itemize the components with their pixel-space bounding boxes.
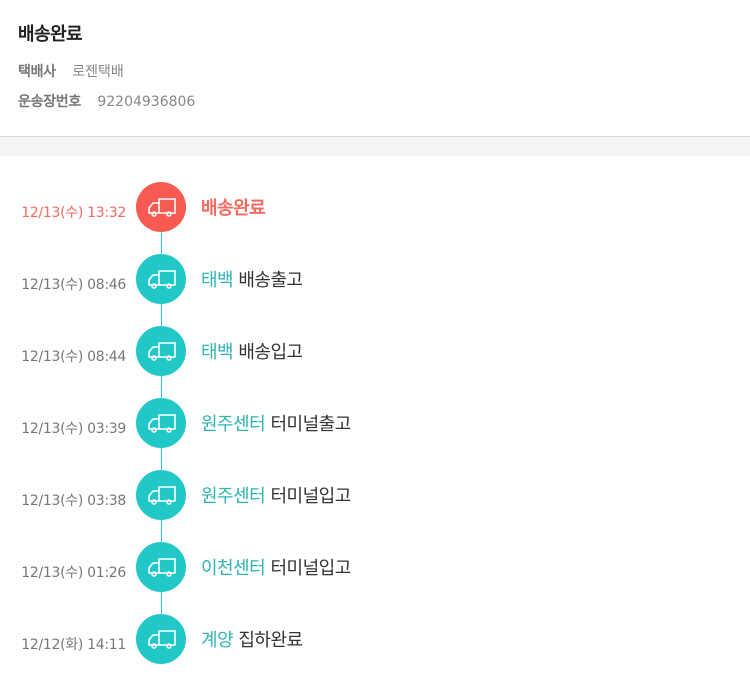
event-status-text: 태백 배송입고 <box>201 338 303 364</box>
event-time: 12/13(수) 03:39 <box>21 421 126 437</box>
truck-icon <box>148 270 176 289</box>
timeline-event: 12/13(수) 03:38 원주센터 터미널입고 <box>0 470 750 520</box>
event-description: 터미널출고 <box>270 414 351 435</box>
truck-icon <box>148 414 176 433</box>
tracking-timeline: 12/13(수) 13:32 배송완료 12/13(수) 08:46 태백 배송… <box>0 156 750 683</box>
event-marker <box>136 542 186 592</box>
courier-value: 로젠택배 <box>72 64 124 80</box>
tracking-number-value: 92204936806 <box>97 94 196 110</box>
courier-row: 택배사 로젠택배 <box>18 63 124 81</box>
event-time: 12/13(수) 13:32 <box>21 205 126 221</box>
event-description: 집하완료 <box>238 630 303 651</box>
event-location: 이천센터 <box>201 558 266 579</box>
event-description: 배송출고 <box>238 270 303 291</box>
event-time: 12/13(수) 03:38 <box>21 493 126 509</box>
event-location: 태백 <box>201 342 234 363</box>
event-time: 12/13(수) 01:26 <box>21 565 126 581</box>
timeline-event: 12/13(수) 13:32 배송완료 <box>0 182 750 232</box>
tracking-number-row: 운송장번호 92204936806 <box>18 93 195 111</box>
event-marker <box>136 182 186 232</box>
truck-icon <box>148 558 176 577</box>
truck-icon <box>148 198 176 217</box>
event-marker <box>136 614 186 664</box>
courier-label: 택배사 <box>18 64 56 80</box>
event-time: 12/13(수) 08:44 <box>21 349 126 365</box>
event-location: 계양 <box>201 630 234 651</box>
event-marker <box>136 326 186 376</box>
timeline-event: 12/12(화) 14:11 계양 집하완료 <box>0 614 750 664</box>
timeline-event: 12/13(수) 01:26 이천센터 터미널입고 <box>0 542 750 592</box>
event-description: 터미널입고 <box>270 558 351 579</box>
timeline-event: 12/13(수) 08:44 태백 배송입고 <box>0 326 750 376</box>
truck-icon <box>148 630 176 649</box>
event-status-text: 원주센터 터미널출고 <box>201 410 351 436</box>
event-status-text: 배송완료 <box>201 194 266 220</box>
tracking-header: 배송완료 택배사 로젠택배 운송장번호 92204936806 <box>0 0 750 137</box>
event-location: 원주센터 <box>201 486 266 507</box>
tracking-number-label: 운송장번호 <box>18 94 81 110</box>
event-status-text: 이천센터 터미널입고 <box>201 554 351 580</box>
event-location: 배송완료 <box>201 198 266 219</box>
event-time: 12/13(수) 08:46 <box>21 277 126 293</box>
event-location: 원주센터 <box>201 414 266 435</box>
event-marker <box>136 254 186 304</box>
event-marker <box>136 398 186 448</box>
event-location: 태백 <box>201 270 234 291</box>
truck-icon <box>148 342 176 361</box>
timeline-event: 12/13(수) 08:46 태백 배송출고 <box>0 254 750 304</box>
event-time: 12/12(화) 14:11 <box>21 637 126 653</box>
event-description: 터미널입고 <box>270 486 351 507</box>
section-divider <box>0 137 750 156</box>
event-status-text: 태백 배송출고 <box>201 266 303 292</box>
event-description: 배송입고 <box>238 342 303 363</box>
event-status-text: 계양 집하완료 <box>201 626 303 652</box>
delivery-status-title: 배송완료 <box>18 24 83 45</box>
timeline-event: 12/13(수) 03:39 원주센터 터미널출고 <box>0 398 750 448</box>
event-marker <box>136 470 186 520</box>
truck-icon <box>148 486 176 505</box>
event-status-text: 원주센터 터미널입고 <box>201 482 351 508</box>
